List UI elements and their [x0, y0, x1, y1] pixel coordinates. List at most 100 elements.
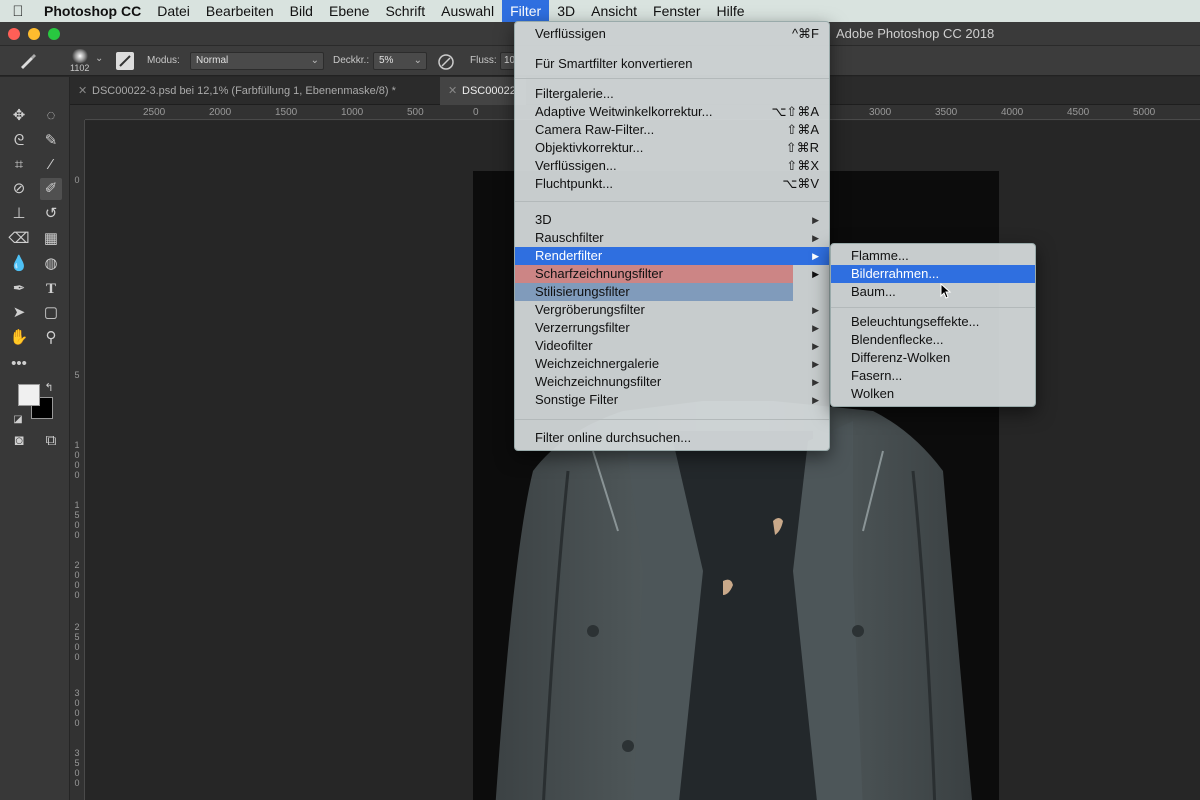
menu-schrift[interactable]: Schrift: [377, 0, 433, 22]
submenu-weichzeichnergalerie[interactable]: Weichzeichnergalerie ▶: [515, 355, 829, 373]
path-selection-tool-icon[interactable]: ➤: [8, 302, 30, 324]
menu-3d[interactable]: 3D: [549, 0, 583, 22]
submenu-arrow-icon: ▶: [812, 323, 819, 333]
document-tab-active[interactable]: ✕ DSC00022: [440, 77, 526, 105]
menu-fenster[interactable]: Fenster: [645, 0, 708, 22]
opacity-field[interactable]: 5% ⌄: [373, 52, 427, 70]
menu-item-label: Verzerrungsfilter: [535, 320, 630, 335]
menu-item-verfluessigen-last[interactable]: Verflüssigen ^⌘F: [515, 25, 829, 43]
menu-hilfe[interactable]: Hilfe: [709, 0, 753, 22]
document-tab[interactable]: ✕ DSC00022-3.psd bei 12,1% (Farbfüllung …: [70, 77, 406, 105]
menu-app-name[interactable]: Photoshop CC: [36, 0, 149, 22]
menu-separator: [515, 78, 829, 79]
pressure-opacity-icon[interactable]: [437, 53, 455, 71]
mode-select[interactable]: Normal ⌄: [190, 52, 324, 70]
submenu-vergroeberungsfilter[interactable]: Vergröberungsfilter ▶: [515, 301, 829, 319]
submenu-3d[interactable]: 3D ▶: [515, 211, 829, 229]
chevron-down-icon: ⌄: [413, 55, 422, 66]
menu-ansicht[interactable]: Ansicht: [583, 0, 645, 22]
chevron-down-icon[interactable]: ⌄: [95, 53, 103, 64]
submenu-stilisierungsfilter[interactable]: Stilisierungsfilter: [515, 283, 793, 301]
menu-item-bilderrahmen[interactable]: Bilderrahmen...: [831, 265, 1035, 283]
menu-item-flamme[interactable]: Flamme...: [831, 247, 1035, 265]
rectangle-tool-icon[interactable]: ▢: [40, 302, 62, 324]
minimize-window-button[interactable]: [28, 28, 40, 40]
menu-item-fluchtpunkt[interactable]: Fluchtpunkt... ⌥⌘V: [515, 175, 829, 193]
history-brush-tool-icon[interactable]: ↺: [40, 203, 62, 225]
brush-tool-icon[interactable]: ✐: [40, 178, 62, 200]
menu-item-fasern[interactable]: Fasern...: [831, 367, 1035, 385]
submenu-renderfilter[interactable]: Renderfilter ▶: [515, 247, 829, 265]
move-tool-icon[interactable]: ✥: [8, 105, 30, 127]
toolbox-panel: ✥ ◌ ᘓ ✎ ⌗ ⁄ ⊘ ✐ ⊥ ↺ ⌫ ▦ 💧 ◍ ✒ T ➤ ▢ ✋ ⚲ …: [0, 77, 70, 800]
menu-item-shortcut: ⌥⌘V: [782, 176, 819, 191]
blur-tool-icon[interactable]: 💧: [8, 253, 30, 275]
zoom-tool-icon[interactable]: ⚲: [40, 327, 62, 349]
clone-stamp-tool-icon[interactable]: ⊥: [8, 203, 30, 225]
menu-auswahl[interactable]: Auswahl: [433, 0, 502, 22]
menu-item-shortcut: ⇧⌘A: [786, 122, 819, 137]
menu-bild[interactable]: Bild: [282, 0, 321, 22]
ellipse-marquee-tool-icon[interactable]: ◌: [40, 105, 62, 127]
menu-item-baum[interactable]: Baum...: [831, 283, 1035, 301]
submenu-weichzeichnungsfilter[interactable]: Weichzeichnungsfilter ▶: [515, 373, 829, 391]
submenu-videofilter[interactable]: Videofilter ▶: [515, 337, 829, 355]
eyedropper-tool-icon[interactable]: ⁄: [40, 154, 62, 176]
brush-settings-panel-icon[interactable]: [116, 52, 134, 70]
ruler-tick-label: 4000: [1001, 107, 1024, 118]
menu-item-label: Scharfzeichnungsfilter: [535, 266, 663, 281]
menu-item-filter-online[interactable]: Filter online durchsuchen...: [515, 429, 829, 447]
menu-item-label: Weichzeichnergalerie: [535, 356, 660, 371]
menu-item-differenz-wolken[interactable]: Differenz-Wolken: [831, 349, 1035, 367]
ruler-tick-label: 4500: [1067, 107, 1090, 118]
swap-colors-icon[interactable]: ↰: [42, 377, 56, 399]
ruler-tick-label: 5000: [1133, 107, 1156, 118]
lasso-tool-icon[interactable]: ᘓ: [8, 130, 30, 152]
hand-tool-icon[interactable]: ✋: [8, 327, 30, 349]
document-tab-label: DSC00022-3.psd bei 12,1% (Farbfüllung 1,…: [92, 85, 396, 97]
submenu-arrow-icon: ▶: [812, 377, 819, 387]
type-tool-icon[interactable]: T: [40, 278, 62, 300]
menu-item-camera-raw[interactable]: Camera Raw-Filter... ⇧⌘A: [515, 121, 829, 139]
menu-item-label: Verflüssigen...: [535, 158, 617, 173]
quick-mask-icon[interactable]: ◙: [8, 430, 30, 452]
submenu-arrow-icon: ▶: [812, 359, 819, 369]
menu-item-objektivkorrektur[interactable]: Objektivkorrektur... ⇧⌘R: [515, 139, 829, 157]
zoom-window-button[interactable]: [48, 28, 60, 40]
close-window-button[interactable]: [8, 28, 20, 40]
screen-mode-icon[interactable]: ⧉: [40, 430, 62, 452]
dodge-tool-icon[interactable]: ◍: [40, 253, 62, 275]
close-tab-icon[interactable]: ✕: [78, 77, 87, 105]
menu-item-smartfilter[interactable]: Für Smartfilter konvertieren: [515, 55, 829, 73]
close-tab-icon[interactable]: ✕: [448, 77, 457, 105]
menu-item-wolken[interactable]: Wolken: [831, 385, 1035, 403]
apple-logo-icon[interactable]: : [0, 3, 36, 20]
menu-item-verfluessigen[interactable]: Verflüssigen... ⇧⌘X: [515, 157, 829, 175]
pen-tool-icon[interactable]: ✒: [8, 278, 30, 300]
submenu-scharfzeichnungsfilter[interactable]: Scharfzeichnungsfilter: [515, 265, 793, 283]
brush-preview-icon[interactable]: [71, 49, 89, 63]
menu-datei[interactable]: Datei: [149, 0, 198, 22]
menu-item-blendenflecke[interactable]: Blendenflecke...: [831, 331, 1035, 349]
brush-tool-preset-icon[interactable]: [18, 53, 40, 69]
menu-item-beleuchtungseffekte[interactable]: Beleuchtungseffekte...: [831, 313, 1035, 331]
more-tools-icon[interactable]: •••: [8, 353, 30, 375]
crop-tool-icon[interactable]: ⌗: [8, 154, 30, 176]
healing-brush-tool-icon[interactable]: ⊘: [8, 178, 30, 200]
menu-ebene[interactable]: Ebene: [321, 0, 377, 22]
eraser-tool-icon[interactable]: ⌫: [8, 228, 30, 250]
submenu-verzerrungsfilter[interactable]: Verzerrungsfilter ▶: [515, 319, 829, 337]
menu-item-adaptive-weitwinkel[interactable]: Adaptive Weitwinkelkorrektur... ⌥⇧⌘A: [515, 103, 829, 121]
menu-item-filtergalerie[interactable]: Filtergalerie...: [515, 85, 829, 103]
chevron-down-icon: ⌄: [310, 55, 319, 66]
gradient-tool-icon[interactable]: ▦: [40, 228, 62, 250]
quick-selection-tool-icon[interactable]: ✎: [40, 130, 62, 152]
submenu-sonstige-filter[interactable]: Sonstige Filter ▶: [515, 391, 829, 409]
flow-field[interactable]: 10: [500, 52, 515, 70]
menu-filter[interactable]: Filter: [502, 0, 550, 22]
default-colors-icon[interactable]: ◪: [12, 409, 24, 431]
menu-bearbeiten[interactable]: Bearbeiten: [198, 0, 282, 22]
submenu-rauschfilter[interactable]: Rauschfilter ▶: [515, 229, 829, 247]
foreground-color-swatch[interactable]: [18, 384, 40, 406]
menu-item-label: Vergröberungsfilter: [535, 302, 645, 317]
